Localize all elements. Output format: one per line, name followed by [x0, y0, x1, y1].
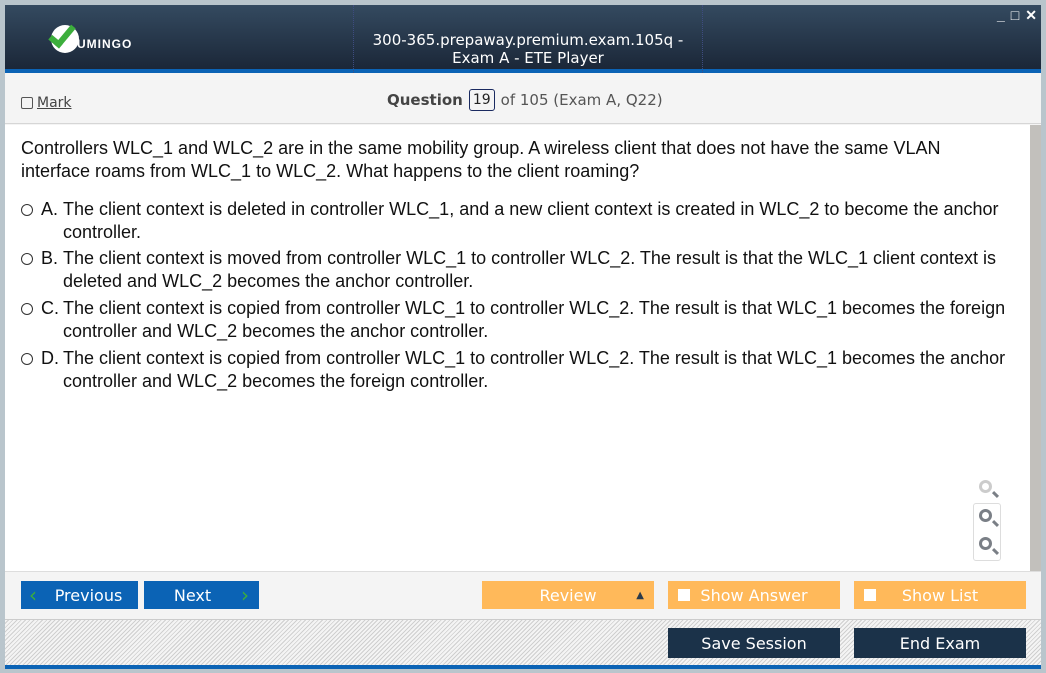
- next-button[interactable]: Next ›: [144, 581, 259, 609]
- option-text: The client context is moved from control…: [63, 248, 997, 291]
- checkbox-icon: [678, 589, 690, 601]
- question-text: Controllers WLC_1 and WLC_2 are in the s…: [21, 138, 941, 181]
- show-list-button[interactable]: Show List: [854, 581, 1026, 609]
- app-window: UMINGO 300-365.prepaway.premium.exam.105…: [5, 5, 1041, 669]
- option-text: The client context is copied from contro…: [63, 298, 1006, 341]
- radio-button[interactable]: [21, 204, 33, 216]
- review-button[interactable]: Review ▲: [482, 581, 654, 609]
- chevron-left-icon: ‹: [29, 583, 37, 607]
- window-title: 300-365.prepaway.premium.exam.105q - Exa…: [372, 31, 684, 67]
- zoom-out-icon[interactable]: [979, 537, 992, 550]
- logo: UMINGO: [48, 19, 133, 53]
- footer-bar: Save Session End Exam: [5, 619, 1041, 666]
- option-d[interactable]: D. The client context is copied from cont…: [21, 347, 1011, 393]
- checkbox-icon: [864, 589, 876, 601]
- previous-button[interactable]: ‹ Previous: [21, 581, 138, 609]
- option-c[interactable]: C. The client context is copied from cont…: [21, 297, 1011, 343]
- zoom-in-icon[interactable]: [979, 509, 992, 522]
- option-letter: B.: [41, 248, 59, 268]
- show-answer-button[interactable]: Show Answer: [668, 581, 840, 609]
- scrollbar[interactable]: [1030, 125, 1041, 571]
- option-letter: C.: [41, 298, 59, 318]
- question-number-input[interactable]: 19: [468, 89, 495, 111]
- radio-button[interactable]: [21, 353, 33, 365]
- zoom-reset-icon[interactable]: [979, 480, 992, 493]
- logo-text: UMINGO: [77, 37, 133, 51]
- option-letter: A.: [41, 199, 59, 219]
- question-total: of 105 (Exam A, Q22): [500, 91, 663, 109]
- option-letter: D.: [41, 348, 59, 368]
- checkbox-icon: [21, 97, 33, 109]
- save-session-button[interactable]: Save Session: [668, 628, 840, 658]
- question-toolbar: Mark Question 19 of 105 (Exam A, Q22): [5, 77, 1041, 124]
- option-a[interactable]: A. The client context is deleted in contr…: [21, 198, 1011, 244]
- close-button[interactable]: ✕: [1025, 7, 1037, 24]
- option-text: The client context is copied from contro…: [63, 348, 1006, 391]
- option-b[interactable]: B. The client context is moved from contr…: [21, 247, 1011, 293]
- chevron-right-icon: ›: [241, 583, 249, 607]
- mark-label: Mark: [37, 95, 72, 111]
- end-exam-button[interactable]: End Exam: [854, 628, 1026, 658]
- check-logo-icon: [48, 19, 79, 53]
- question-label: Question: [387, 91, 463, 109]
- radio-button[interactable]: [21, 303, 33, 315]
- question-indicator: Question 19 of 105 (Exam A, Q22): [387, 89, 663, 111]
- maximize-button[interactable]: □: [1011, 7, 1019, 24]
- radio-button[interactable]: [21, 253, 33, 265]
- question-panel: Controllers WLC_1 and WLC_2 are in the s…: [5, 125, 1030, 571]
- option-text: The client context is deleted in control…: [63, 199, 999, 242]
- mark-checkbox[interactable]: Mark: [21, 95, 72, 111]
- minimize-button[interactable]: _: [997, 7, 1005, 24]
- navigation-bar: ‹ Previous Next › Review ▲ Show Answer Show…: [5, 571, 1041, 619]
- title-bar: UMINGO 300-365.prepaway.premium.exam.105…: [5, 5, 1041, 73]
- caret-up-icon: ▲: [636, 589, 644, 601]
